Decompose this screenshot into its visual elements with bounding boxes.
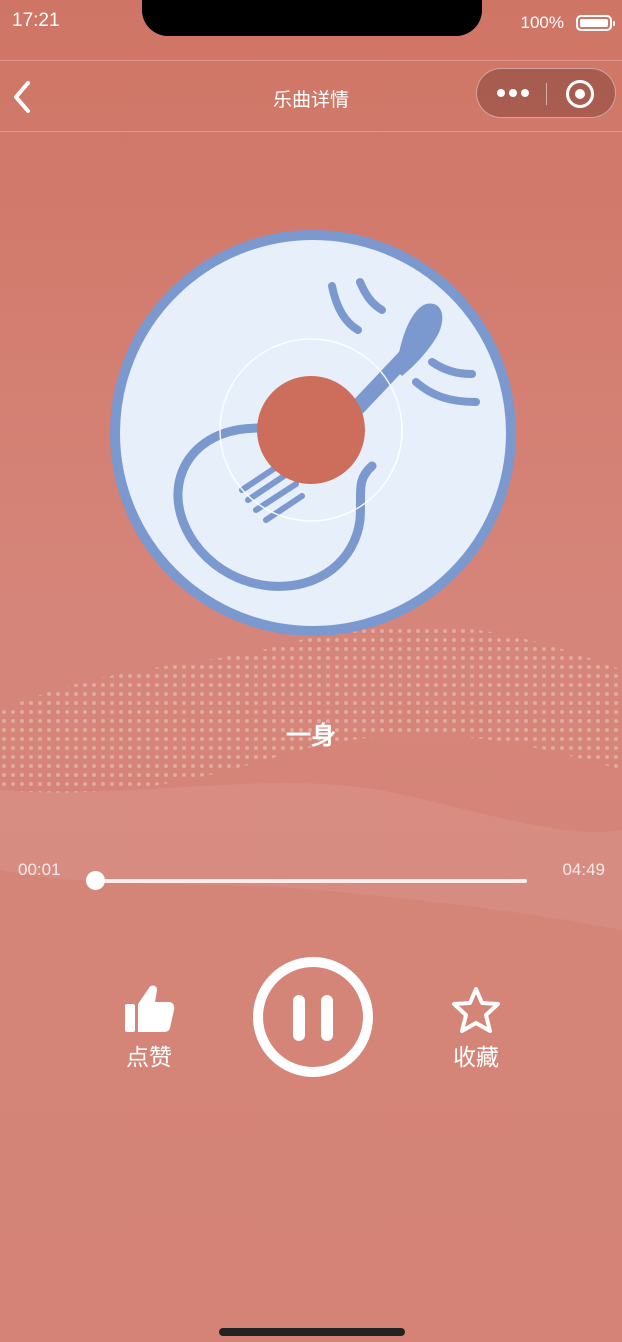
- thumbs-up-icon: [125, 985, 175, 1032]
- close-target-icon[interactable]: [566, 80, 594, 108]
- battery-icon: [576, 15, 615, 31]
- status-bar: 17:21 100%: [0, 0, 622, 50]
- mini-program-capsule: [476, 68, 616, 118]
- navigation-bar: 乐曲详情: [0, 60, 622, 132]
- total-time: 04:49: [562, 860, 605, 879]
- home-indicator: [219, 1328, 405, 1336]
- star-icon: [452, 987, 500, 1033]
- dotted-wave-decoration: [0, 625, 622, 930]
- capsule-divider: [546, 83, 547, 105]
- favorite-button[interactable]: 收藏: [440, 986, 512, 1078]
- like-label: 点赞: [126, 1044, 172, 1070]
- device-notch: [142, 0, 482, 36]
- song-title: 一身: [285, 722, 336, 750]
- progress-knob[interactable]: [86, 871, 105, 890]
- pause-icon-bar-right: [321, 995, 333, 1041]
- favorite-label: 收藏: [453, 1044, 499, 1070]
- pause-button[interactable]: [253, 957, 373, 1077]
- current-time: 00:01: [18, 860, 61, 879]
- guitar-disc-icon: [110, 230, 516, 636]
- status-time: 17:21: [12, 10, 60, 31]
- like-button[interactable]: 点赞: [113, 984, 185, 1076]
- pause-icon-bar-left: [293, 995, 305, 1041]
- progress-track[interactable]: [95, 879, 527, 883]
- battery-percent: 100%: [520, 13, 564, 32]
- more-dots-icon[interactable]: [493, 77, 533, 109]
